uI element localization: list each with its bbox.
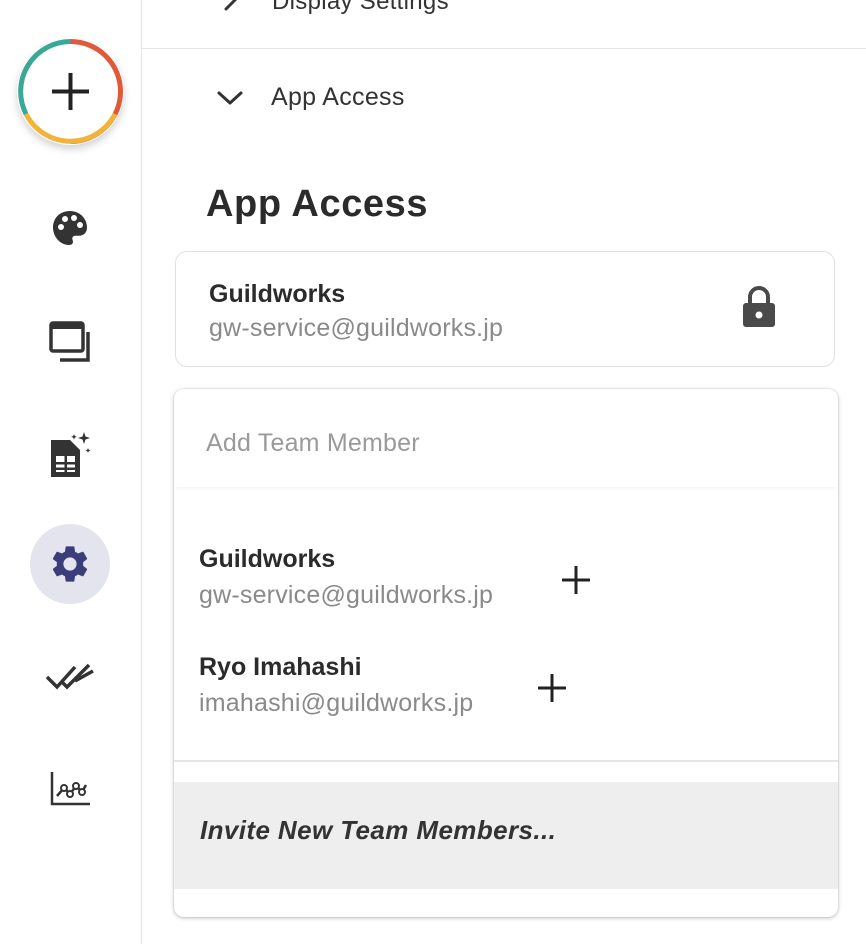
rail-item-settings[interactable] — [30, 524, 110, 604]
add-member-dropdown: Add Team Member Guildworks gw-service@gu… — [174, 389, 838, 917]
add-team-member-input[interactable]: Add Team Member — [174, 389, 838, 487]
owner-email: gw-service@guildworks.jp — [209, 314, 504, 342]
app-access-section-toggle[interactable]: App Access — [216, 83, 405, 112]
member-option[interactable]: Ryo Imahashi imahashi@guildworks.jp — [199, 653, 599, 733]
add-member-plus-icon[interactable] — [536, 672, 568, 704]
left-rail — [0, 0, 142, 944]
member-email: imahashi@guildworks.jp — [199, 689, 474, 717]
windows-icon — [49, 321, 90, 362]
add-member-plus-icon[interactable] — [560, 564, 592, 596]
palette-icon — [53, 211, 87, 245]
member-email: gw-service@guildworks.jp — [199, 581, 494, 609]
rail-item-palette[interactable] — [30, 188, 110, 268]
display-settings-label: Display Settings — [272, 0, 449, 15]
page-title: App Access — [206, 183, 429, 225]
create-button[interactable] — [17, 38, 124, 145]
dropdown-divider — [174, 760, 838, 762]
sparkle-sheet-icon — [51, 432, 91, 477]
invite-label: Invite New Team Members... — [200, 815, 557, 845]
chevron-right-icon — [224, 0, 238, 11]
rail-item-sheet[interactable] — [30, 414, 110, 494]
display-settings-section[interactable]: Display Settings — [142, 0, 866, 49]
member-name: Guildworks — [199, 545, 336, 573]
member-option[interactable]: Guildworks gw-service@guildworks.jp — [199, 545, 599, 625]
owner-card: Guildworks gw-service@guildworks.jp — [175, 251, 835, 367]
rail-item-windows[interactable] — [30, 302, 110, 382]
fab-ring — [18, 39, 123, 144]
invite-new-members-button[interactable]: Invite New Team Members... — [174, 782, 838, 889]
rail-item-analytics[interactable] — [30, 748, 110, 828]
owner-name: Guildworks — [209, 280, 346, 308]
gear-icon — [52, 546, 88, 582]
lock-icon — [743, 286, 775, 327]
rail-item-tasks[interactable] — [30, 637, 110, 717]
member-name: Ryo Imahashi — [199, 653, 362, 681]
app-access-label: App Access — [271, 83, 405, 111]
add-team-member-placeholder: Add Team Member — [206, 429, 420, 457]
double-check-icon — [45, 663, 94, 690]
line-chart-icon — [50, 772, 90, 806]
chevron-down-icon — [217, 91, 243, 104]
settings-panel: Display Settings App Access App Access G… — [142, 0, 866, 944]
